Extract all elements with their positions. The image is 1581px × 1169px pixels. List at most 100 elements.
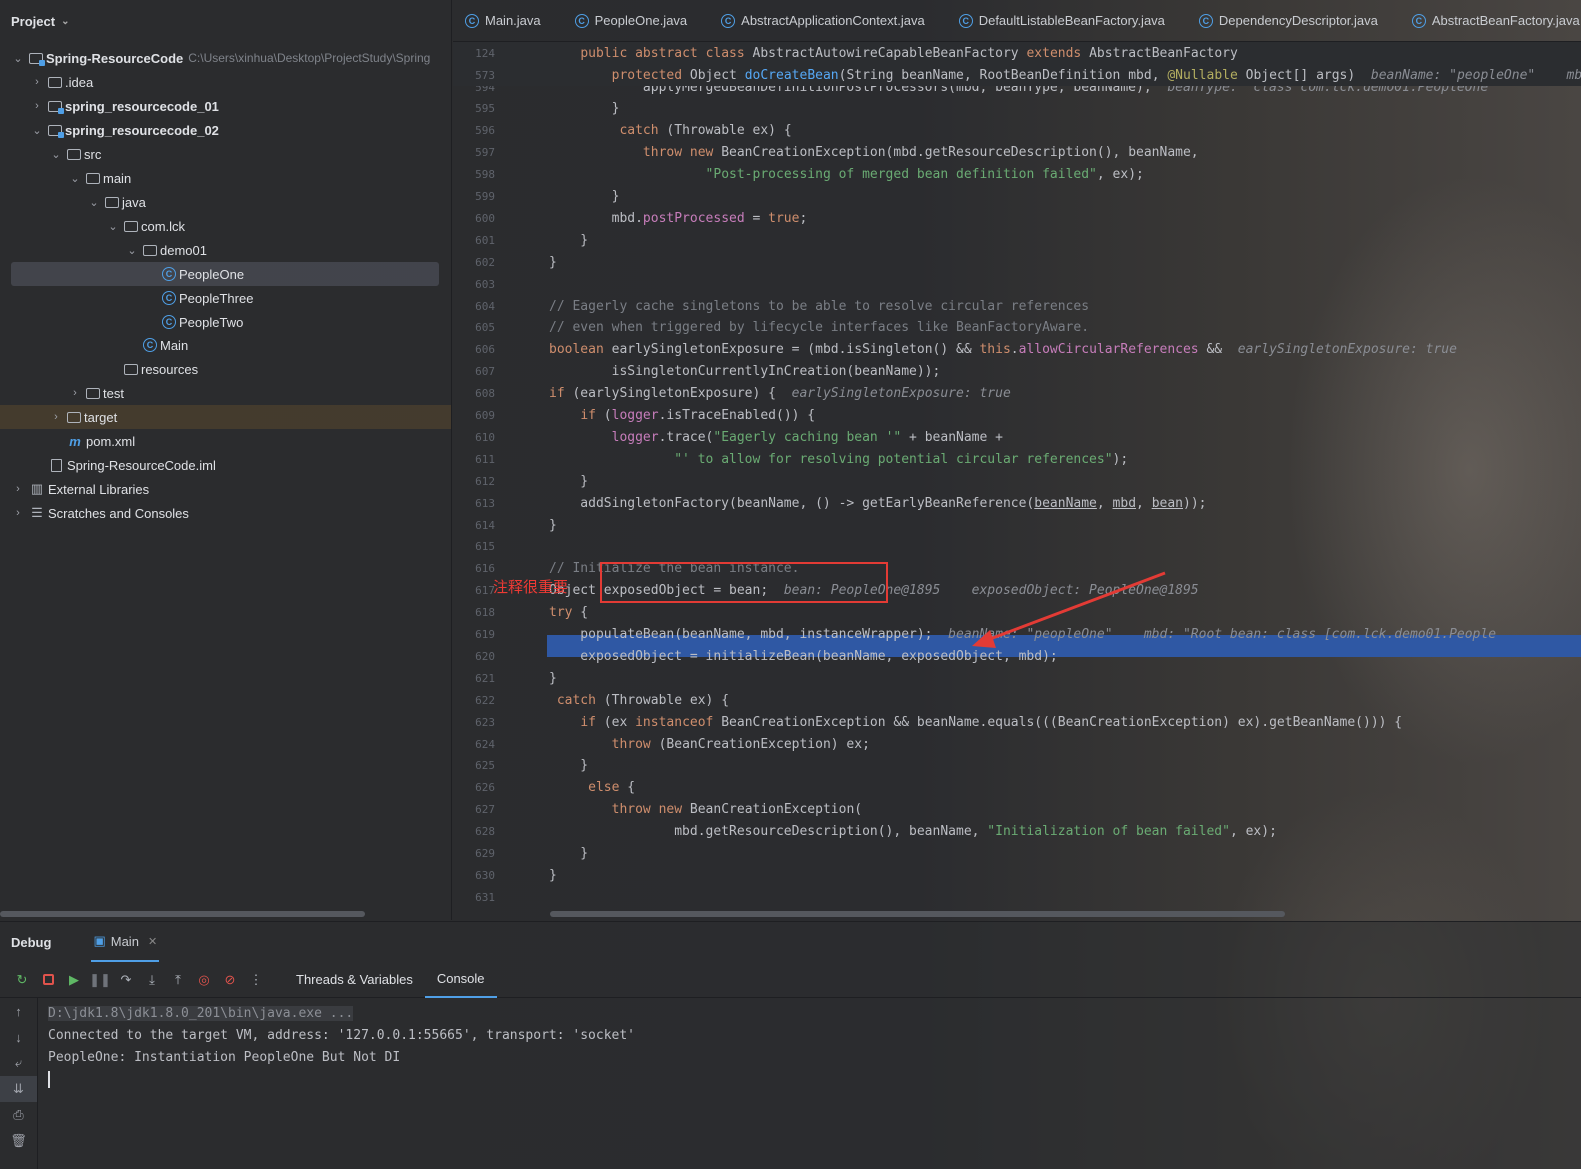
code-line[interactable]: 630} [453,864,1581,886]
line-number[interactable]: 612 [453,475,501,488]
editor-tab[interactable]: C AbstractBeanFactory.java [1400,0,1581,41]
line-number[interactable]: 596 [453,124,501,137]
line-number[interactable]: 631 [453,891,501,904]
tab-threads-variables[interactable]: Threads & Variables [284,962,425,998]
code-line[interactable]: 621} [453,667,1581,689]
code-line[interactable]: 607 isSingletonCurrentlyInCreation(beanN… [453,361,1581,383]
code-line[interactable]: 610 logger.trace("Eagerly caching bean '… [453,426,1581,448]
chevron-right-icon[interactable]: › [68,387,82,399]
line-number[interactable]: 607 [453,365,501,378]
code-line[interactable]: 611 "' to allow for resolving potential … [453,448,1581,470]
editor-tab[interactable]: C DefaultListableBeanFactory.java [947,0,1187,41]
line-number[interactable]: 624 [453,738,501,751]
line-number[interactable]: 628 [453,825,501,838]
line-number[interactable]: 573 [453,69,501,82]
editor-tab[interactable]: C AbstractApplicationContext.java [709,0,947,41]
project-scrollbar[interactable] [0,911,365,917]
line-number[interactable]: 625 [453,759,501,772]
code-line[interactable]: 615 [453,536,1581,558]
resume-icon[interactable]: ▶ [62,968,86,992]
tree-item[interactable]: › test [0,381,451,405]
tree-item[interactable]: C Main [0,333,451,357]
chevron-right-icon[interactable]: › [30,76,44,88]
code-line[interactable]: 631 [453,886,1581,908]
line-number[interactable]: 615 [453,540,501,553]
code-line[interactable]: 628 mbd.getResourceDescription(), beanNa… [453,821,1581,843]
tree-item[interactable]: ⌄ java [0,190,451,214]
up-arrow-icon[interactable]: ↑ [0,998,37,1024]
code-line[interactable]: 623 if (ex instanceof BeanCreationExcept… [453,711,1581,733]
mute-breakpoints-icon[interactable]: ⊘ [218,968,242,992]
tab-console[interactable]: Console [424,962,497,998]
code-line[interactable]: 629 } [453,843,1581,865]
step-into-icon[interactable]: ⤓ [140,968,164,992]
trash-icon[interactable]: 🗑 [0,1128,37,1154]
line-number[interactable]: 614 [453,519,501,532]
pause-icon[interactable]: ❚❚ [88,968,112,992]
scroll-to-end-icon[interactable]: ⇊ [0,1076,37,1102]
tree-item[interactable]: › target [0,405,451,429]
code-line[interactable]: 604 // Eagerly cache singletons to be abl… [453,295,1581,317]
tree-item[interactable]: C PeopleThree [0,286,451,310]
editor-scrollbar[interactable] [550,911,1285,917]
line-number[interactable]: 611 [453,453,501,466]
line-number[interactable]: 597 [453,146,501,159]
code-line[interactable]: 603 [453,273,1581,295]
chevron-down-icon[interactable]: ⌄ [68,172,82,185]
line-number[interactable]: 623 [453,716,501,729]
tree-item[interactable]: › .idea [0,70,451,94]
line-number[interactable]: 610 [453,431,501,444]
tree-item[interactable]: resources [0,357,451,381]
line-number[interactable]: 620 [453,650,501,663]
line-number[interactable]: 604 [453,300,501,313]
stop-icon[interactable] [36,968,60,992]
editor-tab[interactable]: C DependencyDescriptor.java [1187,0,1400,41]
editor-tab[interactable]: C Main.java [453,0,563,41]
console-command[interactable]: D:\jdk1.8\jdk1.8.0_201\bin\java.exe ... [48,1005,354,1021]
chevron-down-icon[interactable]: ⌄ [87,196,101,209]
rerun-icon[interactable]: ↻ [10,968,34,992]
code-line[interactable]: 609 if (logger.isTraceEnabled()) { [453,405,1581,427]
line-number[interactable]: 616 [453,562,501,575]
line-number[interactable]: 601 [453,234,501,247]
code-line[interactable]: 622 catch (Throwable ex) { [453,689,1581,711]
line-number[interactable]: 124 [453,47,501,60]
code-line[interactable]: 595 } [453,98,1581,120]
code-line[interactable]: 627 throw new BeanCreationException( [453,799,1581,821]
line-number[interactable]: 618 [453,606,501,619]
code-line[interactable]: 599 } [453,186,1581,208]
tree-item[interactable]: m pom.xml [0,429,451,453]
step-out-icon[interactable]: ⤒ [166,968,190,992]
line-number[interactable]: 629 [453,847,501,860]
code-line[interactable]: 605 // even when triggered by lifecycle i… [453,317,1581,339]
tree-item[interactable]: ⌄ spring_resourcecode_02 [0,118,451,142]
soft-wrap-icon[interactable]: ⤶ [0,1050,37,1076]
chevron-down-icon[interactable]: ⌄ [61,16,69,27]
print-icon[interactable]: ⎙ [0,1102,37,1128]
tree-item[interactable]: C PeopleOne [11,262,439,286]
down-arrow-icon[interactable]: ↓ [0,1024,37,1050]
tree-item[interactable]: › spring_resourcecode_01 [0,94,451,118]
line-number[interactable]: 619 [453,628,501,641]
code-line[interactable]: 625 } [453,755,1581,777]
close-icon[interactable]: ✕ [148,935,157,948]
code-line[interactable]: 124 public abstract class AbstractAutowi… [453,42,1581,64]
code-line[interactable]: 600 mbd.postProcessed = true; [453,207,1581,229]
line-number[interactable]: 595 [453,102,501,115]
line-number[interactable]: 605 [453,321,501,334]
chevron-right-icon[interactable]: › [11,483,25,495]
tree-item[interactable]: › ▥ External Libraries [0,477,451,501]
line-number[interactable]: 608 [453,387,501,400]
view-breakpoints-icon[interactable]: ◎ [192,968,216,992]
tree-item[interactable]: ⌄ demo01 [0,238,451,262]
code-line[interactable]: 608 if (earlySingletonExposure) { earlySi… [453,383,1581,405]
step-over-icon[interactable]: ↷ [114,968,138,992]
code-line[interactable]: 601 } [453,229,1581,251]
line-number[interactable]: 613 [453,497,501,510]
console-input[interactable] [48,1068,635,1090]
tree-item[interactable]: ⌄ src [0,142,451,166]
code-line[interactable]: 624 throw (BeanCreationException) ex; [453,733,1581,755]
line-number[interactable]: 602 [453,256,501,269]
code-editor[interactable]: 594 applyMergedBeanDefinitionPostProcess… [453,42,1581,920]
line-number[interactable]: 626 [453,781,501,794]
